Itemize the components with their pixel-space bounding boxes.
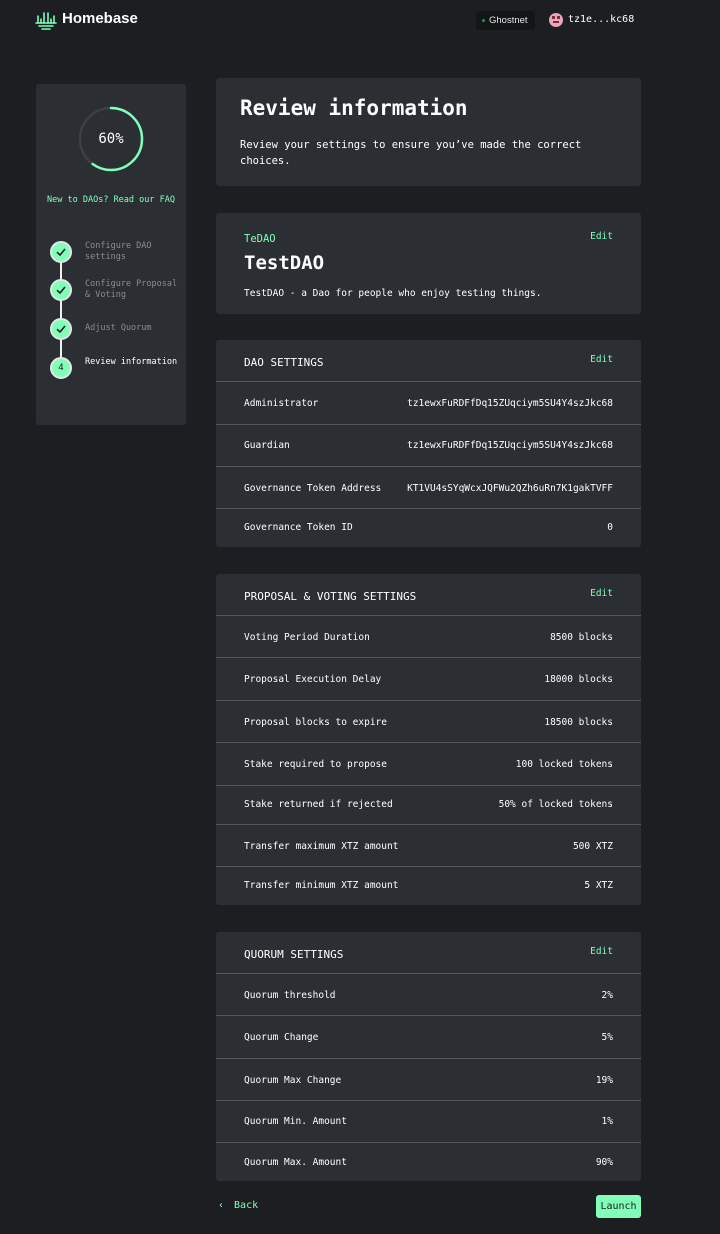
brand-name[interactable]: Homebase xyxy=(62,10,138,27)
settings-row: Quorum Max Change 19% xyxy=(216,1058,641,1101)
step-label: Review information xyxy=(85,357,178,367)
settings-row: Quorum Max. Amount 90% xyxy=(216,1142,641,1181)
step-label: Configure DAO settings xyxy=(85,241,152,262)
settings-row: Stake required to propose 100 locked tok… xyxy=(216,742,641,785)
settings-row: Administrator tz1ewxFuRDFfDq15ZUqciym5SU… xyxy=(216,381,641,424)
settings-row: Quorum Change 5% xyxy=(216,1015,641,1058)
dao-settings-card: DAO SETTINGS Edit Administrator tz1ewxFu… xyxy=(216,340,641,547)
step-done-indicator xyxy=(50,279,72,301)
chevron-left-icon: ‹ xyxy=(218,1200,225,1211)
row-value: 2% xyxy=(601,990,613,1001)
check-icon xyxy=(56,286,66,295)
homebase-logo-icon[interactable] xyxy=(34,10,58,32)
top-bar: Homebase Ghostnet tz1e...kc68 xyxy=(0,0,720,42)
row-value: tz1ewxFuRDFfDq15ZUqciym5SU4Y4szJkc68 xyxy=(407,398,613,409)
step-current-indicator: 4 xyxy=(50,357,72,379)
page-title: Review information xyxy=(240,96,468,120)
row-label: Stake returned if rejected xyxy=(244,799,393,810)
section-header: QUORUM SETTINGS Edit xyxy=(216,932,641,973)
row-label: Governance Token ID xyxy=(244,522,353,533)
settings-row: Transfer maximum XTZ amount 500 XTZ xyxy=(216,824,641,866)
back-label: Back xyxy=(234,1200,259,1211)
dao-symbol: TeDAO xyxy=(244,233,276,245)
settings-row: Transfer minimum XTZ amount 5 XTZ xyxy=(216,866,641,905)
row-value: 100 locked tokens xyxy=(515,759,613,770)
review-header-card: Review information Review your settings … xyxy=(216,78,641,186)
row-label: Governance Token Address xyxy=(244,483,382,494)
row-value: 18500 blocks xyxy=(544,717,613,728)
section-title: PROPOSAL & VOTING SETTINGS xyxy=(244,590,417,603)
settings-row: Quorum Min. Amount 1% xyxy=(216,1100,641,1142)
row-label: Guardian xyxy=(244,440,290,451)
steps-connector xyxy=(60,252,62,368)
row-label: Proposal Execution Delay xyxy=(244,674,382,685)
row-value: 18000 blocks xyxy=(544,674,613,685)
wallet-avatar-icon[interactable] xyxy=(549,13,563,27)
proposal-settings-card: PROPOSAL & VOTING SETTINGS Edit Voting P… xyxy=(216,574,641,905)
row-label: Transfer minimum XTZ amount xyxy=(244,880,399,891)
section-title: DAO SETTINGS xyxy=(244,356,324,369)
step-done-indicator xyxy=(50,241,72,263)
edit-proposal-settings-button[interactable]: Edit xyxy=(590,588,613,599)
row-label: Quorum Max. Amount xyxy=(244,1157,347,1168)
network-name: Ghostnet xyxy=(489,15,528,26)
network-status-dot-icon xyxy=(482,18,485,22)
row-value: 90% xyxy=(595,1157,613,1168)
row-value: KT1VU4sSYqWcxJQFWu2QZh6uRn7K1gakTVFF xyxy=(407,483,613,494)
quorum-settings-card: QUORUM SETTINGS Edit Quorum threshold 2%… xyxy=(216,932,641,1181)
step-done-indicator xyxy=(50,318,72,340)
settings-row: Stake returned if rejected 50% of locked… xyxy=(216,785,641,825)
faq-link[interactable]: New to DAOs? Read our FAQ xyxy=(36,195,186,205)
row-label: Administrator xyxy=(244,398,319,409)
settings-row: Governance Token ID 0 xyxy=(216,508,641,547)
row-value: 5% xyxy=(601,1032,613,1043)
row-value: 19% xyxy=(595,1075,613,1086)
row-value: 8500 blocks xyxy=(550,632,613,643)
progress-percent: 60% xyxy=(98,131,124,147)
step-label: Configure Proposal & Voting xyxy=(85,279,178,300)
row-label: Transfer maximum XTZ amount xyxy=(244,841,399,852)
settings-row: Quorum threshold 2% xyxy=(216,973,641,1016)
check-icon xyxy=(56,248,66,257)
step-number: 4 xyxy=(58,363,64,373)
row-label: Voting Period Duration xyxy=(244,632,370,643)
row-label: Stake required to propose xyxy=(244,759,387,770)
row-label: Quorum threshold xyxy=(244,990,336,1001)
wallet-address[interactable]: tz1e...kc68 xyxy=(568,14,634,25)
edit-dao-settings-button[interactable]: Edit xyxy=(590,354,613,365)
row-label: Proposal blocks to expire xyxy=(244,717,387,728)
dao-description: TestDAO - a Dao for people who enjoy tes… xyxy=(244,288,542,299)
step-label: Adjust Quorum xyxy=(85,323,152,333)
row-label: Quorum Change xyxy=(244,1032,319,1043)
settings-row: Guardian tz1ewxFuRDFfDq15ZUqciym5SU4Y4sz… xyxy=(216,424,641,467)
row-value: 0 xyxy=(607,522,613,533)
edit-dao-info-button[interactable]: Edit xyxy=(590,231,613,242)
network-selector[interactable]: Ghostnet xyxy=(476,11,535,30)
settings-row: Voting Period Duration 8500 blocks xyxy=(216,615,641,657)
back-button[interactable]: ‹ Back xyxy=(218,1200,258,1211)
row-label: Quorum Max Change xyxy=(244,1075,342,1086)
dao-info-card: TeDAO TestDAO TestDAO - a Dao for people… xyxy=(216,213,641,314)
settings-row: Proposal Execution Delay 18000 blocks xyxy=(216,657,641,700)
row-value: 5 XTZ xyxy=(584,880,613,891)
edit-quorum-settings-button[interactable]: Edit xyxy=(590,946,613,957)
section-header: PROPOSAL & VOTING SETTINGS Edit xyxy=(216,574,641,615)
dao-name: TestDAO xyxy=(244,252,325,274)
progress-sidebar: 60% New to DAOs? Read our FAQ Configure … xyxy=(36,84,186,425)
settings-row: Proposal blocks to expire 18500 blocks xyxy=(216,700,641,743)
check-icon xyxy=(56,325,66,334)
row-label: Quorum Min. Amount xyxy=(244,1116,347,1127)
row-value: 1% xyxy=(601,1116,613,1127)
launch-button[interactable]: Launch xyxy=(596,1195,641,1218)
settings-row: Governance Token Address KT1VU4sSYqWcxJQ… xyxy=(216,466,641,508)
section-header: DAO SETTINGS Edit xyxy=(216,340,641,381)
row-value: tz1ewxFuRDFfDq15ZUqciym5SU4Y4szJkc68 xyxy=(407,440,613,451)
page-description: Review your settings to ensure you’ve ma… xyxy=(240,139,582,167)
row-value: 500 XTZ xyxy=(572,841,613,852)
row-value: 50% of locked tokens xyxy=(498,799,613,810)
section-title: QUORUM SETTINGS xyxy=(244,948,344,961)
